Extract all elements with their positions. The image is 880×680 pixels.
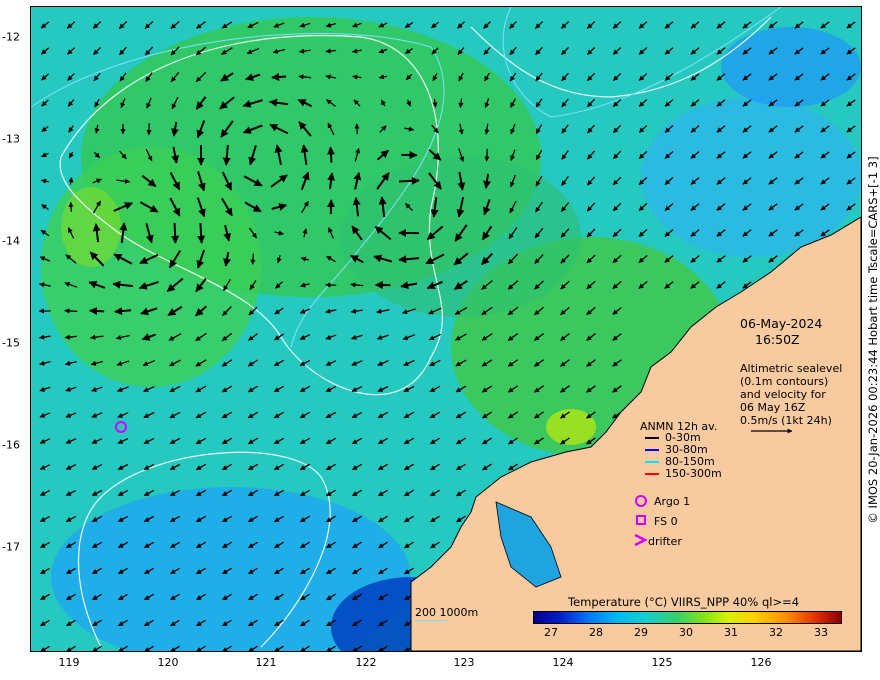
velocity-arrow [68,201,74,212]
colorbar-tick: 29 [634,626,648,639]
velocity-arrow [326,146,335,163]
x-tick-119: 119 [58,656,80,669]
y-tick-13: -13 [2,132,20,146]
velocity-arrow [64,308,78,314]
altimetry-line: Altimetric sealevel [740,362,843,375]
colorbar-tick: 27 [544,626,558,639]
drifter-chevron-icon [634,533,648,547]
altimetry-line: (0.1m contours) [740,375,829,388]
temperature-colorbar [533,611,842,624]
velocity-arrow [325,282,337,288]
velocity-arrow [484,148,490,162]
argo-circle-icon [635,495,647,507]
colorbar-tick: 33 [814,626,828,639]
velocity-scale-arrow [751,428,793,434]
sea-surface-temperature-map[interactable] [31,7,861,651]
copyright-caption: © IMOS 20-Jan-2026 00:23:44 Hobart time … [866,156,880,524]
depth-contour-label: 200 1000m [415,606,479,619]
fs-legend-label: FS 0 [654,515,678,528]
velocity-arrow [89,307,105,315]
velocity-arrow [354,123,360,135]
anmn-arrow-150-300 [645,473,659,475]
fs-square-icon [636,515,646,525]
x-tick-126: 126 [750,656,772,669]
x-tick-125: 125 [651,656,673,669]
velocity-arrow [250,253,256,265]
y-tick-17: -17 [2,540,20,554]
map-time: 16:50Z [755,332,800,347]
drifter-legend-label: drifter [648,535,682,548]
altimetry-line: 06 May 16Z [740,401,806,414]
x-tick-122: 122 [355,656,377,669]
y-tick-15: -15 [2,336,20,350]
y-tick-12: -12 [2,30,20,44]
velocity-arrow [171,222,180,244]
argo-legend-label: Argo 1 [654,495,691,508]
velocity-arrow [271,73,287,81]
anmn-label: 150-300m [665,467,722,480]
x-tick-120: 120 [157,656,179,669]
map-date: 06-May-2024 [740,316,823,331]
anmn-arrow-80-150 [645,461,659,463]
depth-contour-line [415,620,447,621]
velocity-arrow [398,176,420,185]
x-tick-123: 123 [453,656,475,669]
colorbar-tick: 31 [724,626,738,639]
colorbar-tick: 32 [769,626,783,639]
colorbar-tick: 28 [589,626,603,639]
anmn-arrow-30-80 [645,449,659,451]
map-panel[interactable] [30,6,862,652]
altimetry-caption: Altimetric sealevel (0.1m contours) and … [740,362,850,427]
y-tick-16: -16 [2,438,20,452]
colorbar-title: Temperature (°C) VIIRS_NPP 40% ql>=4 [568,595,800,609]
colorbar-tick: 30 [679,626,693,639]
x-tick-124: 124 [552,656,574,669]
anmn-arrow-0-30 [645,437,659,439]
marker-legend-icons [634,495,648,547]
velocity-arrow [197,222,206,244]
altimetry-line: and velocity for [740,388,826,401]
y-tick-14: -14 [2,234,20,248]
x-tick-121: 121 [255,656,277,669]
